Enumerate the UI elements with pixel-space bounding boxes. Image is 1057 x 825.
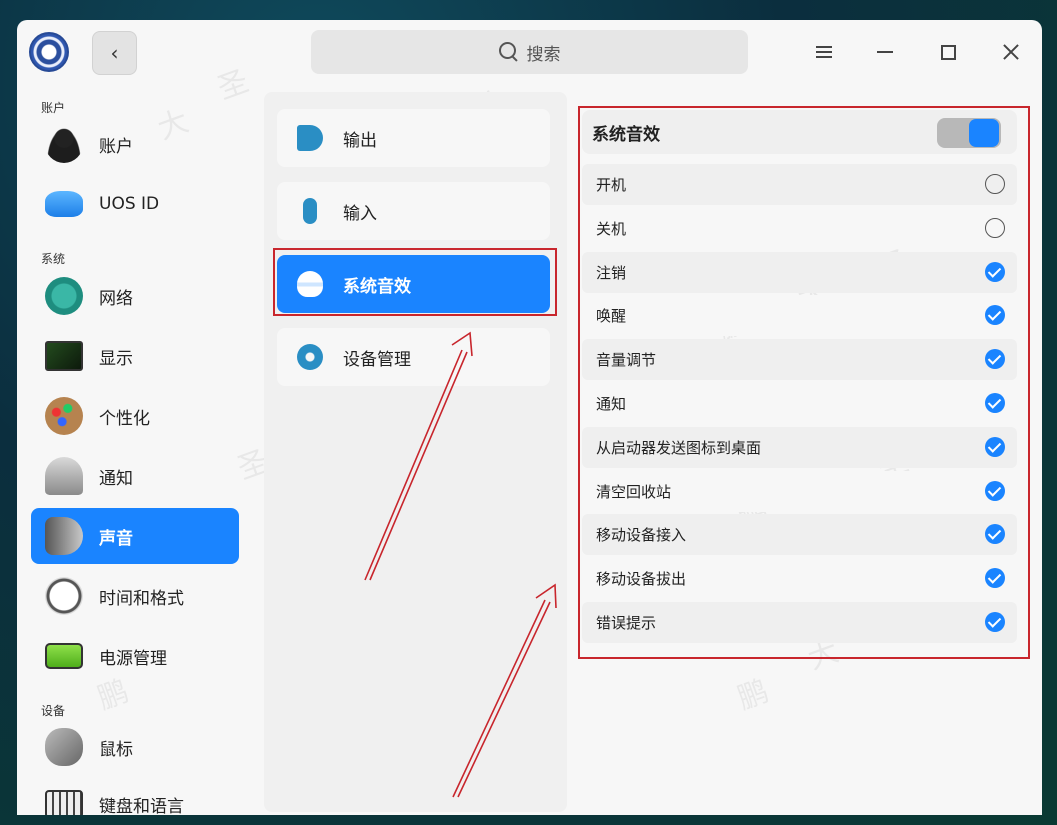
control-center-logo-icon (29, 32, 69, 72)
annotation-box-list (578, 106, 1030, 659)
back-button[interactable]: ‹ (92, 31, 137, 75)
sidebar-item-display[interactable]: 显示 (31, 328, 239, 384)
palette-icon (45, 397, 83, 435)
section-label-devices: 设备 (41, 704, 66, 718)
sidebar-item-notification[interactable]: 通知 (31, 448, 239, 504)
sidebar-item-label: 通知 (99, 468, 133, 489)
sidebar-item-time-format[interactable]: 时间和格式 (31, 568, 239, 624)
sidebar-item-label: 账户 (99, 136, 133, 157)
speaker-output-icon (297, 125, 323, 151)
sidebar-item-label: 声音 (99, 528, 133, 549)
chevron-left-icon: ‹ (110, 41, 119, 65)
sidebar-item-sound[interactable]: 声音 (31, 508, 239, 564)
sidebar: 账户 账户 UOS ID 系统 网络 显示 个性化 通知 声音 时间和格式 电源… (17, 86, 247, 815)
submenu-item-label: 输出 (343, 130, 377, 151)
search-input[interactable]: 搜索 (311, 30, 748, 74)
minimize-button[interactable] (867, 34, 903, 70)
maximize-button[interactable] (930, 34, 966, 70)
submenu-item-input[interactable]: 输入 (277, 182, 550, 240)
section-label-accounts: 账户 (41, 101, 66, 115)
sidebar-item-mouse[interactable]: 鼠标 (31, 719, 239, 775)
minimize-icon (877, 51, 893, 53)
submenu-item-label: 设备管理 (343, 349, 411, 370)
menu-button[interactable] (806, 34, 842, 70)
sidebar-item-label: 时间和格式 (99, 588, 184, 609)
submenu-item-output[interactable]: 输出 (277, 109, 550, 167)
sound-submenu: 输出 输入 系统音效 设备管理 (264, 92, 567, 812)
sidebar-item-uos-id[interactable]: UOS ID (31, 176, 239, 232)
network-icon (45, 277, 83, 315)
bell-icon (45, 457, 83, 495)
sidebar-item-power[interactable]: 电源管理 (31, 628, 239, 684)
sidebar-item-accounts[interactable]: 账户 (31, 116, 239, 172)
mouse-icon (45, 728, 83, 766)
section-label-system: 系统 (41, 252, 66, 266)
menu-icon (816, 46, 832, 58)
cloud-icon (45, 191, 83, 217)
maximize-icon (940, 44, 956, 60)
clock-icon (45, 577, 83, 615)
annotation-box-submenu (273, 248, 557, 316)
keyboard-icon (45, 790, 83, 815)
sidebar-item-label: UOS ID (99, 194, 160, 214)
sidebar-item-network[interactable]: 网络 (31, 268, 239, 324)
titlebar: ‹ 搜索 (17, 20, 1042, 86)
sidebar-item-keyboard-language[interactable]: 键盘和语言 (31, 776, 239, 815)
monitor-icon (45, 341, 83, 371)
sidebar-item-label: 鼠标 (99, 739, 133, 760)
sidebar-item-label: 网络 (99, 288, 133, 309)
sidebar-item-personalization[interactable]: 个性化 (31, 388, 239, 444)
close-icon (1001, 43, 1019, 61)
user-avatar-icon (45, 125, 83, 163)
speaker-icon (45, 517, 83, 555)
submenu-item-label: 输入 (343, 203, 377, 224)
sidebar-item-label: 键盘和语言 (99, 796, 184, 816)
close-button[interactable] (992, 34, 1028, 70)
search-label: 搜索 (526, 44, 561, 65)
gear-icon (297, 344, 323, 370)
sidebar-item-label: 个性化 (99, 408, 150, 429)
settings-window: 圣 大 大 鹏 圣 大 鹏 圣 大 鹏 圣 鹏 大 鹏 鹏 鹏 ‹ 搜索 (17, 20, 1042, 815)
submenu-item-device-management[interactable]: 设备管理 (277, 328, 550, 386)
battery-icon (45, 643, 83, 669)
search-icon (498, 42, 519, 62)
sidebar-item-label: 电源管理 (99, 648, 167, 669)
microphone-icon (303, 198, 317, 224)
sidebar-item-label: 显示 (99, 348, 133, 369)
